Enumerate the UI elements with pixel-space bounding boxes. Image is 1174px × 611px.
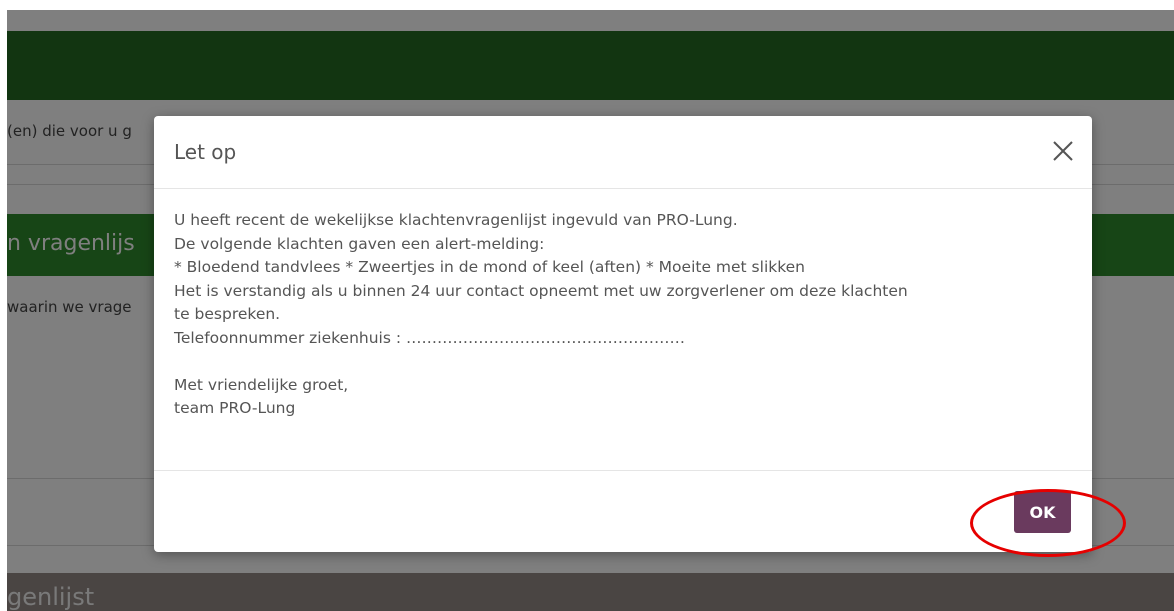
signature-line: team PRO-Lung	[174, 399, 296, 417]
phone-line: Telefoonnummer ziekenhuis : …………………………………	[174, 328, 686, 347]
body-line: U heeft recent de wekelijkse klachtenvra…	[174, 211, 738, 229]
body-line: Het is verstandig als u binnen 24 uur co…	[174, 281, 908, 300]
left-margin	[0, 0, 7, 611]
body-line: te bespreken.	[174, 305, 281, 323]
ok-button[interactable]: OK	[1014, 491, 1071, 533]
alert-dialog: Let op U heeft recent de wekelijkse klac…	[154, 116, 1092, 552]
dialog-body: U heeft recent de wekelijkse klachtenvra…	[174, 209, 1074, 421]
dialog-footer: OK	[154, 470, 1092, 553]
body-line: * Bloedend tandvlees * Zweertjes in de m…	[174, 258, 806, 276]
close-icon-glyph	[1053, 141, 1073, 161]
closing-line: Met vriendelijke groet,	[174, 375, 349, 394]
dialog-header: Let op	[154, 116, 1092, 189]
dialog-title: Let op	[174, 140, 237, 164]
close-icon[interactable]	[1050, 138, 1076, 164]
body-line: De volgende klachten gaven een alert-mel…	[174, 234, 545, 253]
